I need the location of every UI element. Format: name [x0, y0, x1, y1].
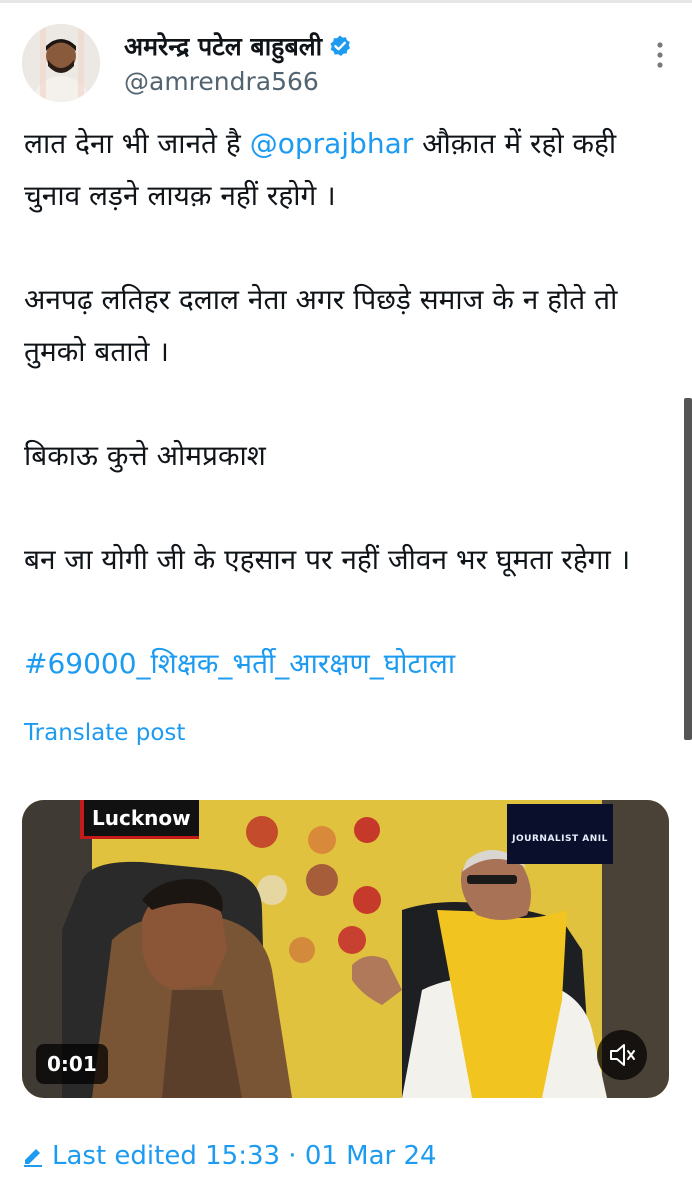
- last-edited-text: Last edited 15:33 · 01 Mar 24: [52, 1141, 437, 1171]
- avatar[interactable]: [22, 24, 100, 102]
- display-name-text: अमरेन्द्र पटेल बाहुबली: [124, 32, 323, 61]
- tweet-paragraph-2: अनपढ़ लतिहर दलाल नेता अगर पिछड़े समाज के…: [24, 283, 618, 368]
- tweet-paragraph-3: बिकाऊ कुत्ते ओमप्रकाश: [24, 439, 266, 472]
- verified-badge-icon: [330, 35, 351, 56]
- location-tag: Lucknow: [80, 800, 199, 839]
- tweet-paragraph-4: बन जा योगी जी के एहसान पर नहीं जीवन भर घ…: [24, 543, 631, 576]
- last-edited-link[interactable]: Last edited 15:33 · 01 Mar 24: [22, 1136, 437, 1176]
- tweet-header: अमरेन्द्र पटेल बाहुबली @amrendra566: [22, 24, 672, 104]
- tweet-text: लात देना भी जानते है @oprajbhar औक़ात मे…: [24, 118, 664, 690]
- display-name[interactable]: अमरेन्द्र पटेल बाहुबली: [124, 30, 352, 64]
- channel-logo: JOURNALIST ANIL: [507, 804, 613, 864]
- video-duration: 0:01: [36, 1044, 108, 1084]
- channel-logo-text: JOURNALIST ANIL: [512, 834, 608, 844]
- translate-post-link[interactable]: Translate post: [24, 716, 185, 750]
- pencil-icon: [24, 1149, 42, 1167]
- tweet-paragraph-1: लात देना भी जानते है @oprajbhar औक़ात मे…: [24, 118, 664, 222]
- volume-button[interactable]: [597, 1030, 647, 1080]
- scrollbar-thumb[interactable]: [684, 398, 692, 740]
- avatar-photo: [22, 24, 100, 102]
- tweet-text-part: लात देना भी जानते है: [24, 127, 250, 160]
- mention-link[interactable]: @oprajbhar: [250, 127, 414, 160]
- tweet-paragraph-5: #69000_शिक्षक_भर्ती_आरक्षण_घोटाला: [24, 638, 664, 690]
- speaker-muted-icon: [610, 1044, 635, 1066]
- top-divider: [0, 0, 692, 3]
- more-options-icon[interactable]: [650, 38, 670, 72]
- video-player[interactable]: Lucknow JOURNALIST ANIL 0:01: [22, 800, 669, 1098]
- hashtag-link[interactable]: #69000_शिक्षक_भर्ती_आरक्षण_घोटाला: [24, 647, 455, 680]
- handle[interactable]: @amrendra566: [124, 66, 319, 98]
